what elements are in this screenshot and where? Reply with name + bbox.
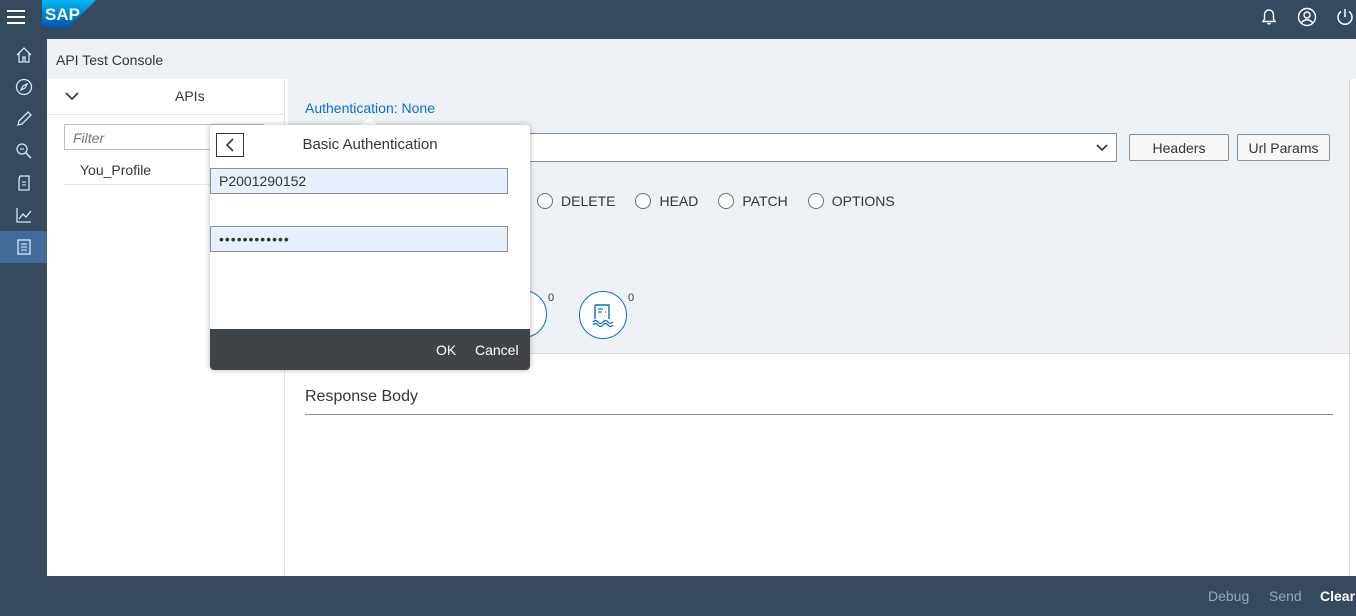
send-button[interactable]: Send xyxy=(1269,588,1302,604)
username-field[interactable]: P2001290152 xyxy=(210,168,508,194)
shell-actions xyxy=(1258,6,1356,28)
shell-header: SAP xyxy=(0,0,1356,39)
radio-circle[interactable] xyxy=(718,193,735,209)
clear-button[interactable]: Clear xyxy=(1320,588,1355,604)
document-icon xyxy=(17,175,30,191)
chevron-down-icon[interactable] xyxy=(65,89,79,103)
rail-discover[interactable] xyxy=(0,71,47,103)
inspect-icon xyxy=(15,143,32,159)
rail-develop[interactable] xyxy=(0,103,47,135)
url-select[interactable] xyxy=(528,133,1117,162)
bell-icon[interactable] xyxy=(1258,6,1280,28)
basic-auth-popover: Basic Authentication P2001290152 •••••••… xyxy=(210,125,530,370)
headers-button[interactable]: Headers xyxy=(1129,134,1229,161)
method-radio-group: DELETE HEAD PATCH OPTIONS xyxy=(537,193,915,209)
stat-count-1: 0 xyxy=(548,292,555,304)
method-head[interactable]: HEAD xyxy=(635,193,698,209)
radio-circle[interactable] xyxy=(635,193,652,209)
home-icon xyxy=(16,47,31,63)
rail-home[interactable] xyxy=(0,39,47,71)
method-options[interactable]: OPTIONS xyxy=(807,193,895,209)
list-icon xyxy=(16,239,31,255)
footer-toolbar: Debug Send Clear xyxy=(47,576,1356,616)
popover-title: Basic Authentication xyxy=(302,136,438,153)
rail-documents[interactable] xyxy=(0,167,47,199)
rail-test[interactable] xyxy=(0,231,47,263)
receipt-icon xyxy=(592,304,614,327)
response-panel: Response Body xyxy=(288,353,1349,576)
compass-icon xyxy=(15,78,32,96)
response-body-title: Response Body xyxy=(305,388,418,405)
power-icon[interactable] xyxy=(1334,6,1356,28)
stat-count-2: 0 xyxy=(628,292,635,304)
scrollbar[interactable] xyxy=(1349,79,1356,576)
authentication-link[interactable]: Authentication: None xyxy=(305,100,435,116)
password-field[interactable]: •••••••••••• xyxy=(210,226,508,252)
rail-analyze[interactable] xyxy=(0,199,47,231)
user-icon[interactable] xyxy=(1296,6,1318,28)
menu-icon[interactable] xyxy=(7,8,25,26)
url-params-button[interactable]: Url Params xyxy=(1237,134,1330,161)
api-panel-header: APIs xyxy=(47,79,284,115)
page-title: API Test Console xyxy=(47,39,1356,79)
method-patch[interactable]: PATCH xyxy=(718,193,788,209)
popover-footer: OK Cancel xyxy=(210,329,530,370)
method-delete[interactable]: DELETE xyxy=(537,193,615,209)
ok-button[interactable]: OK xyxy=(436,342,456,358)
cancel-button[interactable]: Cancel xyxy=(475,342,519,358)
radio-circle[interactable] xyxy=(807,193,824,209)
svg-text:SAP: SAP xyxy=(45,5,80,24)
api-panel-title: APIs xyxy=(175,88,205,104)
side-navigation xyxy=(0,39,47,616)
analytics-icon xyxy=(15,208,31,223)
stat-button-2[interactable] xyxy=(579,291,627,339)
pencil-icon xyxy=(16,111,32,126)
rail-inspect[interactable] xyxy=(0,135,47,167)
chevron-down-icon[interactable] xyxy=(1096,141,1108,153)
sap-logo[interactable]: SAP xyxy=(42,0,96,27)
debug-button[interactable]: Debug xyxy=(1208,588,1249,604)
divider xyxy=(305,414,1333,415)
radio-circle[interactable] xyxy=(537,193,553,209)
